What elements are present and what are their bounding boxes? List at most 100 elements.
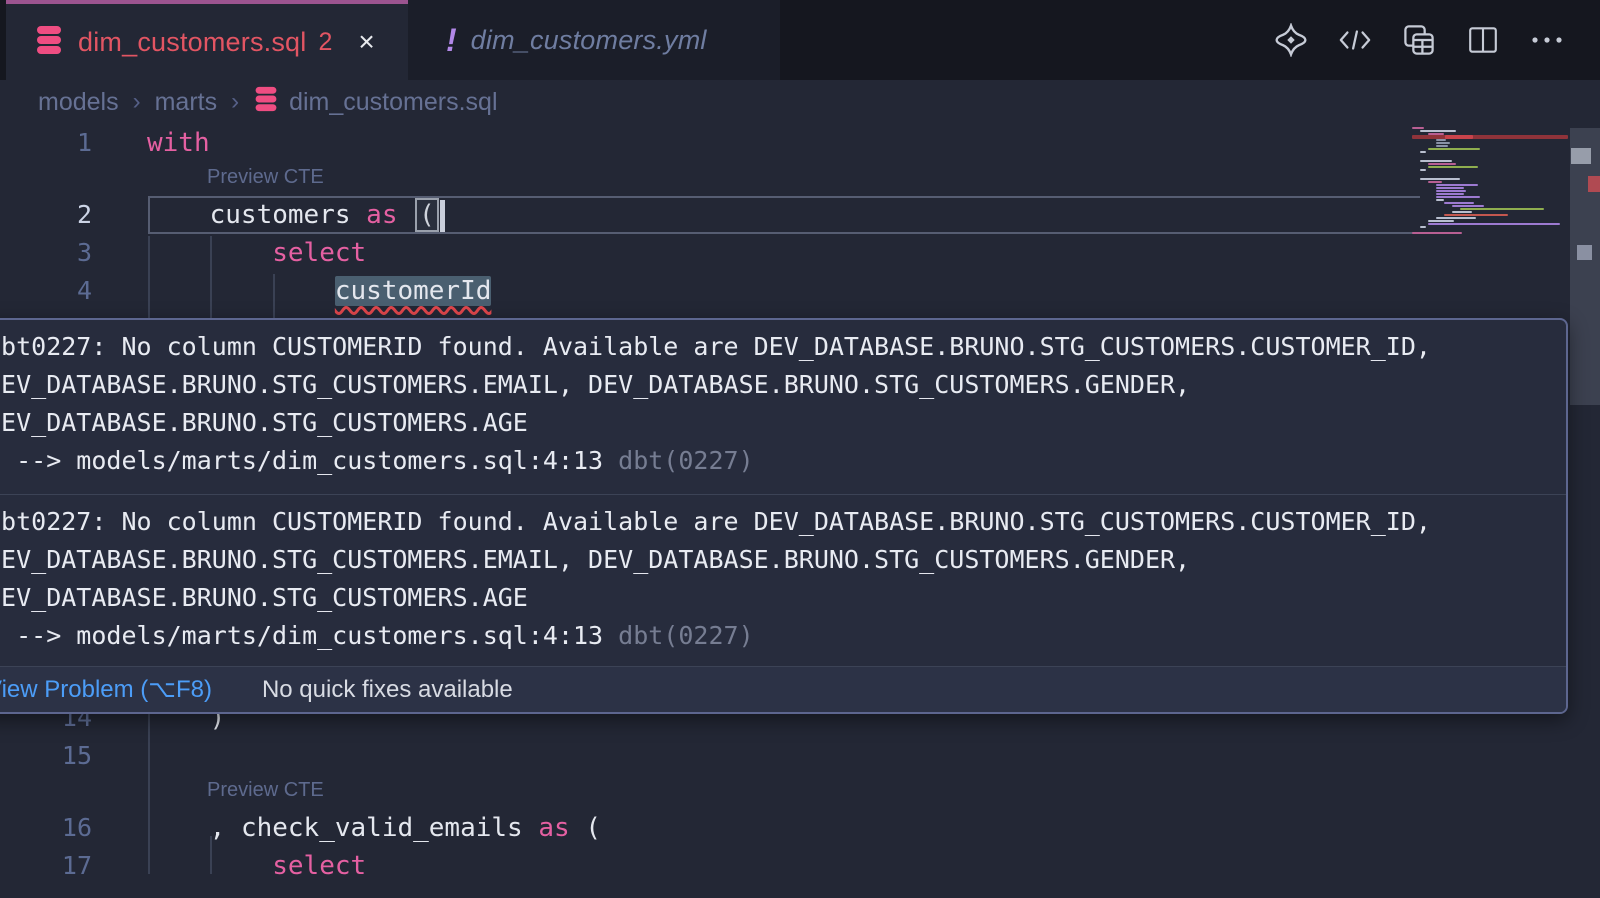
code-line-1[interactable]: 1 with	[0, 124, 1545, 162]
code-icon[interactable]	[1338, 23, 1372, 57]
token: (	[585, 813, 601, 843]
indent-guide	[148, 236, 150, 318]
minimap-code-line	[1436, 142, 1450, 144]
minimap-code-line	[1428, 148, 1480, 150]
minimap-code-line	[1436, 196, 1480, 198]
minimap-code-line	[1428, 220, 1454, 222]
code-lines-top: 1withPreview CTE2 customers as (3 select…	[0, 124, 1545, 310]
error-message-block: dbt0227: No column CUSTOMERID found. Ava…	[0, 320, 1566, 494]
token: customers	[210, 200, 367, 230]
token: ,	[210, 813, 241, 843]
modified-count-badge: 2	[318, 28, 332, 57]
code-line-16[interactable]: 16 , check_valid_emails as (	[0, 809, 1545, 847]
minimap-code-line	[1444, 202, 1474, 204]
code-line-17[interactable]: 17 select	[0, 847, 1545, 885]
text-cursor	[440, 200, 445, 232]
scrollbar-thumb[interactable]	[1570, 128, 1600, 405]
dbt-logo-icon[interactable]	[1274, 23, 1308, 57]
tab-dim-customers-yml[interactable]: ! dim_customers.yml	[408, 0, 780, 80]
error-location-path: --> models/marts/dim_customers.sql:4:13	[0, 621, 618, 650]
vertical-scrollbar[interactable]	[1570, 124, 1600, 898]
error-code: dbt(0227)	[618, 621, 753, 650]
no-quick-fixes-label: No quick fixes available	[262, 676, 513, 704]
minimap-code-line	[1428, 163, 1456, 165]
minimap-code-line	[1420, 169, 1426, 171]
token: as	[366, 200, 413, 230]
breadcrumb-item-models[interactable]: models	[38, 88, 119, 117]
editor-toolbar	[1274, 0, 1564, 80]
code-line-3[interactable]: 3 select	[0, 234, 1545, 272]
minimap-code-line	[1436, 193, 1464, 195]
token: with	[147, 128, 210, 158]
scrollbar-decoration-mark	[1571, 148, 1591, 164]
token	[147, 276, 335, 306]
minimap-code-line	[1428, 166, 1478, 168]
minimap-code-line	[1436, 187, 1464, 189]
line-number[interactable]: 17	[0, 847, 92, 885]
breadcrumb-item-marts[interactable]: marts	[155, 88, 218, 117]
error-hover-popup: dbt0227: No column CUSTOMERID found. Ava…	[0, 318, 1568, 714]
code-lens-row: Preview CTE	[0, 162, 1545, 196]
token: as	[538, 813, 585, 843]
token	[147, 200, 210, 230]
code-line-2[interactable]: 2 customers as (	[0, 196, 1545, 234]
error-location-path: --> models/marts/dim_customers.sql:4:13	[0, 446, 618, 475]
token: check_valid_emails	[241, 813, 538, 843]
minimap-code-line	[1436, 217, 1476, 219]
minimap-code-line	[1412, 127, 1424, 129]
code-text: customerId	[147, 272, 491, 310]
minimap-code-line	[1436, 184, 1478, 186]
error-location-line: --> models/marts/dim_customers.sql:4:13 …	[0, 442, 1558, 480]
minimap[interactable]	[1400, 124, 1570, 310]
view-problem-link[interactable]: View Problem (⌥F8)	[0, 675, 212, 704]
line-number[interactable]: 2	[0, 196, 92, 234]
popup-status-bar: View Problem (⌥F8) No quick fixes availa…	[0, 666, 1566, 712]
line-number[interactable]: 1	[0, 124, 92, 162]
close-icon[interactable]: ×	[352, 26, 380, 58]
minimap-code-line	[1420, 151, 1426, 153]
error-message-line: DEV_DATABASE.BRUNO.STG_CUSTOMERS.AGE	[0, 404, 1558, 442]
line-number[interactable]: 16	[0, 809, 92, 847]
error-token-customerId: customerId	[335, 276, 492, 306]
chevron-right-icon: ›	[133, 88, 141, 116]
copy-table-icon[interactable]	[1402, 23, 1436, 57]
line-number[interactable]: 3	[0, 234, 92, 272]
minimap-code-line	[1436, 190, 1466, 192]
tab-dim-customers-sql[interactable]: dim_customers.sql 2 ×	[6, 0, 408, 80]
line-number[interactable]: 4	[0, 272, 92, 310]
code-line-4[interactable]: 4 customerId	[0, 272, 1545, 310]
scrollbar-decoration-mark	[1588, 176, 1600, 192]
indent-guide	[210, 236, 212, 318]
preview-cte-lens[interactable]: Preview CTE	[207, 162, 324, 196]
minimap-code-line	[1452, 211, 1472, 213]
tab-bar: dim_customers.sql 2 × ! dim_customers.ym…	[0, 0, 1600, 80]
tab-label: dim_customers.sql	[78, 27, 306, 58]
error-message-line: DEV_DATABASE.BRUNO.STG_CUSTOMERS.AGE	[0, 579, 1558, 617]
preview-cte-lens[interactable]: Preview CTE	[207, 775, 324, 809]
minimap-code-line	[1460, 208, 1544, 210]
code-text: select	[147, 847, 366, 885]
token	[147, 813, 210, 843]
database-icon	[34, 24, 64, 61]
split-editor-icon[interactable]	[1466, 23, 1500, 57]
code-text: with	[147, 124, 210, 162]
code-lines-bottom: 14 )15Preview CTE16 , check_valid_emails…	[0, 699, 1545, 885]
error-message-line: dbt0227: No column CUSTOMERID found. Ava…	[0, 503, 1558, 541]
token: select	[272, 238, 366, 268]
minimap-code-line	[1444, 214, 1508, 216]
line-number[interactable]: 15	[0, 737, 92, 775]
matched-bracket: (	[415, 198, 439, 232]
code-text: , check_valid_emails as (	[147, 809, 601, 847]
error-message-block: dbt0227: No column CUSTOMERID found. Ava…	[0, 494, 1566, 668]
code-line-15[interactable]: 15	[0, 737, 1545, 775]
warning-icon: !	[446, 22, 457, 59]
minimap-code-line	[1420, 160, 1452, 162]
more-actions-icon[interactable]	[1530, 23, 1564, 57]
minimap-error-line-bright	[1445, 135, 1473, 139]
database-icon	[253, 85, 279, 120]
breadcrumb-item-file[interactable]: dim_customers.sql	[289, 88, 497, 117]
error-message-line: DEV_DATABASE.BRUNO.STG_CUSTOMERS.EMAIL, …	[0, 366, 1558, 404]
code-text: customers as (	[147, 196, 445, 234]
tab-label: dim_customers.yml	[471, 25, 707, 56]
indent-guide	[148, 702, 150, 874]
